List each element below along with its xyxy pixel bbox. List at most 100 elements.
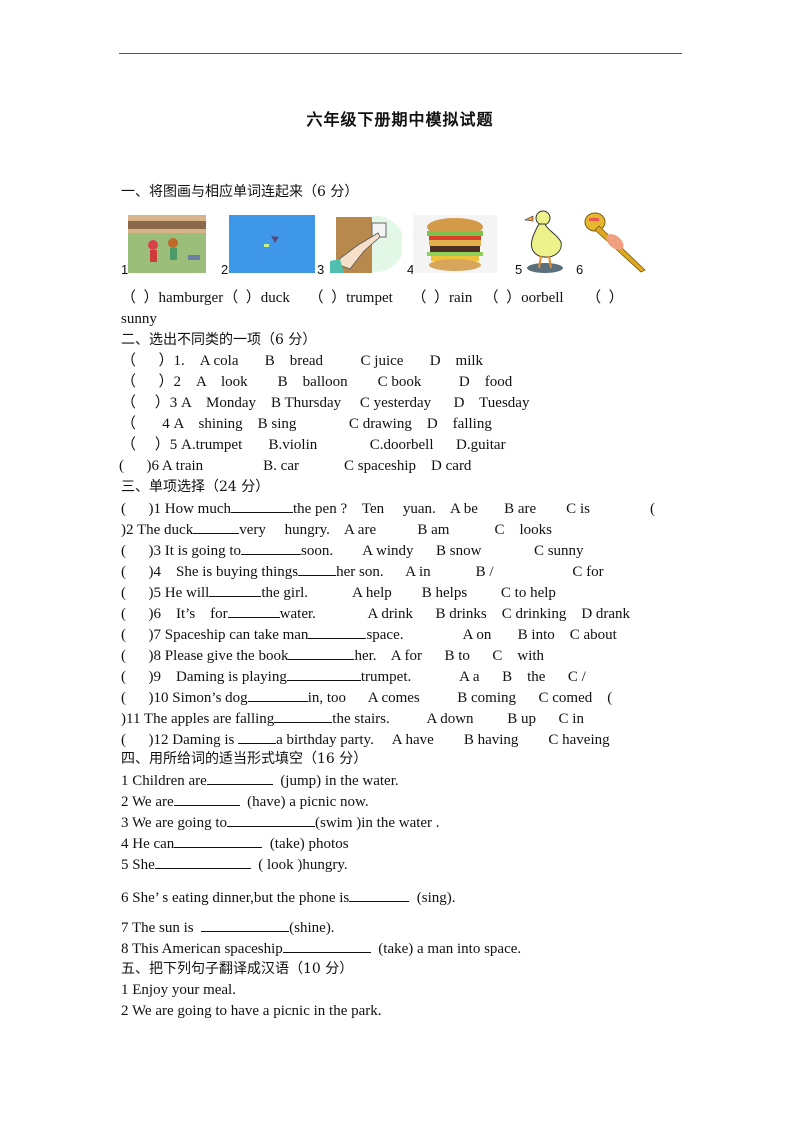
question-options: (have) a picnic now. [239,794,369,810]
question-item: 1 Children are (jump) in the water. [121,771,399,790]
children-painting-image [128,215,206,273]
answer-blank[interactable] [206,771,273,785]
question-item: ( )10 Simon’s dog in, too A comes B comin… [121,688,612,707]
answer-blank[interactable] [282,939,371,953]
question-item: （ ）2 A look B balloon C book D food [121,374,513,390]
answer-blank[interactable] [286,667,361,681]
answer-blank[interactable] [201,918,290,932]
question-item: ( )3 It is going to soon. A windy B snow … [121,541,584,560]
question-text: 6 She’ s eating dinner,but the phone is [121,890,350,906]
question-options: very hungry. A are B am C looks [239,522,552,538]
question-item: ( )5 He will the girl. A help B helps C t… [121,583,556,602]
question-item: （ 4 A shining B sing C drawing D falling [121,416,492,432]
question-options: (take) a man into space. [370,941,522,957]
question-item: ( )8 Please give the book her. A for B to… [121,646,544,665]
translate-item: 1 Enjoy your meal. [121,982,236,998]
question-item: ( )6 A train B. car C spaceship D card [119,458,472,474]
question-text: ( )7 Spaceship can take man [121,627,309,643]
question-options: (swim )in the water . [315,815,440,831]
question-options: trumpet. A a B the C / [360,669,586,685]
question-text: ( )1 How much [121,501,231,517]
question-item: 5 She ( look )hungry. [121,855,348,874]
answer-blank[interactable] [173,792,240,806]
trumpet-image [583,210,651,274]
answer-blank[interactable] [247,688,308,702]
answer-blank[interactable] [298,562,337,576]
answer-blank[interactable] [193,520,240,534]
question-item: ( )12 Daming is a birthday party. A have… [121,730,610,749]
question-text: ( )10 Simon’s dog [121,690,248,706]
question-text: ( )4 She is buying things [121,564,299,580]
question-item: ( )7 Spaceship can take man space. A on B… [121,625,617,644]
question-text: 2 We are [121,794,174,810]
answer-blank[interactable] [274,709,333,723]
question-item: 2 We are (have) a picnic now. [121,792,369,811]
doorbell-finger-image [330,215,402,273]
answer-blank[interactable] [349,888,410,902]
question-options: the pen ? Ten yuan. A be B are C is ( [292,501,655,517]
question-item: )2 The duck very hungry. A are B am C loo… [121,520,552,539]
question-options: ( look )hungry. [250,857,348,873]
question-options: water. A drink B drinks C drinking D dra… [279,606,631,622]
question-options: in, too A comes B coming C comed ( [307,690,613,706]
answer-blank[interactable] [241,541,301,555]
picture-number: 2 [221,262,229,277]
question-item: ( )9 Daming is playing trumpet. A a B the… [121,667,586,686]
question-options: (sing). [409,890,456,906]
question-text: ( )3 It is going to [121,543,241,559]
question-options: a birthday party. A have B having C have… [276,732,610,748]
question-options: (take) photos [262,836,349,852]
question-text: 1 Children are [121,773,207,789]
question-text: )2 The duck [121,522,194,538]
answer-blank[interactable] [227,604,280,618]
match-words-line: （ ）hamburger（ ）duck （ ）trumpet （ ）rain （… [121,290,624,306]
question-text: 7 The sun is [121,920,202,936]
section-5-heading: 五、把下列句子翻译成汉语（10 分） [121,961,354,977]
question-item: )11 The apples are falling the stairs. A … [121,709,584,728]
kite-sky-image [229,215,315,273]
answer-blank[interactable] [154,855,251,869]
question-item: ( )4 She is buying things her son. A in B… [121,562,604,581]
answer-blank[interactable] [230,499,293,513]
section-2-heading: 二、选出不同类的一项（6 分） [121,332,317,348]
answer-blank[interactable] [288,646,355,660]
question-text: 4 He can [121,836,175,852]
question-text: 3 We are going to [121,815,227,831]
answer-blank[interactable] [238,730,277,744]
question-options: her son. A in B / C for [336,564,604,580]
header-rule [119,53,682,54]
question-item: 3 We are going to (swim )in the water . [121,813,440,832]
question-options: the girl. A help B helps C to help [261,585,556,601]
question-options: her. A for B to C with [354,648,545,664]
answer-blank[interactable] [227,813,315,827]
duck-image [521,208,569,274]
question-item: （ ）5 A.trumpet B.violin C.doorbell D.gui… [121,437,506,453]
question-item: （ ）1. A cola B bread C juice D milk [121,353,484,369]
match-words-line-2: sunny [121,311,157,327]
question-item: ( )1 How much the pen ? Ten yuan. A be B … [121,499,655,518]
picture-number: 3 [317,262,325,277]
section-4-heading: 四、用所给词的适当形式填空（16 分） [121,751,368,767]
question-options: (jump) in the water. [272,773,399,789]
question-item: 8 This American spaceship (take) a man i… [121,939,521,958]
question-options: (shine). [289,920,335,936]
question-options: space. A on B into C about [366,627,617,643]
question-text: ( )8 Please give the book [121,648,289,664]
question-text: ( )9 Daming is playing [121,669,287,685]
page-title: 六年级下册期中模拟试题 [306,110,494,129]
answer-blank[interactable] [174,834,263,848]
answer-blank[interactable] [308,625,367,639]
question-item: 6 She’ s eating dinner,but the phone is … [121,888,456,907]
question-options: the stairs. A down B up C in [332,711,584,727]
question-options: soon. A windy B snow C sunny [301,543,584,559]
question-text: ( )5 He will [121,585,210,601]
translate-item: 2 We are going to have a picnic in the p… [121,1003,382,1019]
question-text: ( )6 It’s for [121,606,228,622]
answer-blank[interactable] [209,583,262,597]
question-item: 7 The sun is (shine). [121,918,335,937]
question-text: 5 She [121,857,155,873]
question-text: )11 The apples are falling [121,711,275,727]
question-text: ( )12 Daming is [121,732,239,748]
question-item: ( )6 It’s for water. A drink B drinks C d… [121,604,630,623]
section-1-heading: 一、将图画与相应单词连起来（6 分） [121,184,359,200]
